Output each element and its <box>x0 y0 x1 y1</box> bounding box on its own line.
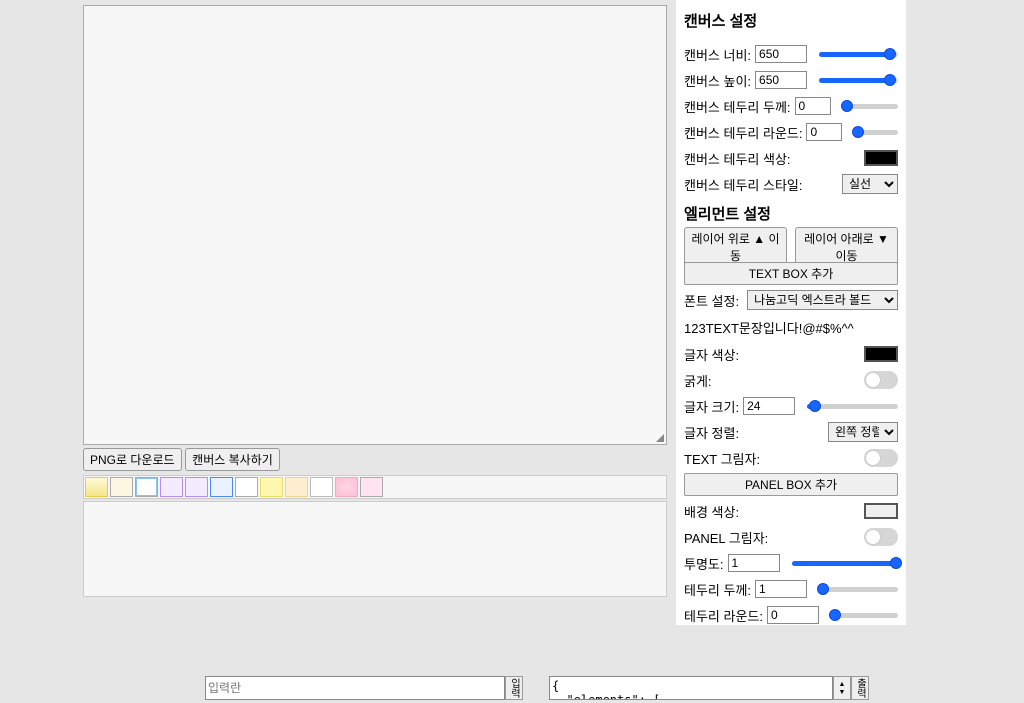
border-thickness-input[interactable] <box>755 580 807 598</box>
output-spinner[interactable]: ▲▼ <box>833 676 851 700</box>
bg-color-swatch[interactable] <box>864 503 898 519</box>
template-thumb[interactable] <box>160 477 183 497</box>
border-thickness-label: 테두리 두께: <box>684 580 751 599</box>
bg-color-label: 배경 색상: <box>684 502 739 521</box>
secondary-panel <box>83 501 667 597</box>
text-align-select[interactable]: 왼쪽 정렬 <box>828 422 898 442</box>
canvas-border-thickness-input[interactable] <box>795 97 831 115</box>
template-thumb[interactable] <box>110 477 133 497</box>
bold-label: 굵게: <box>684 371 712 390</box>
font-select[interactable]: 나눔고딕 엑스트라 볼드 <box>747 290 898 310</box>
canvas-border-round-input[interactable] <box>806 123 842 141</box>
add-textbox-button[interactable]: TEXT BOX 추가 <box>684 262 898 285</box>
border-round-label: 테두리 라운드: <box>684 606 763 625</box>
template-thumb[interactable] <box>210 477 233 497</box>
font-sample-text: 123TEXT문장입니다!@#$%^^ <box>684 318 898 337</box>
template-thumb[interactable] <box>310 477 333 497</box>
template-thumb[interactable] <box>360 477 383 497</box>
font-size-slider[interactable] <box>807 404 898 409</box>
canvas-border-round-slider[interactable] <box>854 130 898 135</box>
opacity-input[interactable] <box>728 554 780 572</box>
text-shadow-label: TEXT 그림자: <box>684 449 760 468</box>
template-thumbnail-strip <box>83 475 667 499</box>
input-textarea[interactable] <box>205 676 505 700</box>
canvas-height-slider[interactable] <box>819 78 898 83</box>
bold-toggle[interactable] <box>864 371 898 389</box>
canvas-border-style-select[interactable]: 실선 <box>842 174 898 194</box>
template-thumb[interactable] <box>285 477 308 497</box>
border-round-slider[interactable] <box>831 613 898 618</box>
font-size-label: 글자 크기: <box>684 397 739 416</box>
canvas-border-style-label: 캔버스 테두리 스타일: <box>684 175 802 194</box>
output-textarea[interactable]: { "elements": [ <box>549 676 833 700</box>
layer-down-button[interactable]: 레이어 아래로 ▼ 이동 <box>795 227 898 267</box>
panel-shadow-toggle[interactable] <box>864 528 898 546</box>
canvas-width-slider[interactable] <box>819 52 898 57</box>
canvas-width-label: 캔버스 너비: <box>684 45 751 64</box>
canvas-settings-heading: 캔버스 설정 <box>684 10 898 31</box>
template-thumb[interactable] <box>335 477 358 497</box>
canvas-border-thickness-label: 캔버스 테두리 두께: <box>684 97 791 116</box>
input-submit-button[interactable]: 입력 <box>505 676 523 700</box>
template-thumb[interactable] <box>185 477 208 497</box>
add-panelbox-button[interactable]: PANEL BOX 추가 <box>684 473 898 496</box>
download-png-button[interactable]: PNG로 다운로드 <box>83 448 182 471</box>
opacity-label: 투명도: <box>684 554 724 573</box>
element-settings-heading: 엘리먼트 설정 <box>684 203 898 224</box>
layer-up-button[interactable]: 레이어 위로 ▲ 이동 <box>684 227 787 267</box>
template-thumb[interactable] <box>135 477 158 497</box>
resize-handle-icon[interactable] <box>656 434 664 442</box>
canvas-border-round-label: 캔버스 테두리 라운드: <box>684 123 802 142</box>
canvas-height-input[interactable] <box>755 71 807 89</box>
border-round-input[interactable] <box>767 606 819 624</box>
settings-panel: 캔버스 설정 캔버스 너비: 캔버스 높이: 캔버스 테두리 두께: 캔버스 테… <box>676 0 906 625</box>
text-color-swatch[interactable] <box>864 346 898 362</box>
border-thickness-slider[interactable] <box>819 587 898 592</box>
canvas-width-input[interactable] <box>755 45 807 63</box>
font-size-input[interactable] <box>743 397 795 415</box>
canvas-border-color-label: 캔버스 테두리 색상: <box>684 149 791 168</box>
canvas-border-color-swatch[interactable] <box>864 150 898 166</box>
text-align-label: 글자 정렬: <box>684 423 739 442</box>
text-color-label: 글자 색상: <box>684 345 739 364</box>
canvas-border-thickness-slider[interactable] <box>843 104 898 109</box>
template-thumb[interactable] <box>85 477 108 497</box>
canvas-height-label: 캔버스 높이: <box>684 71 751 90</box>
canvas-area[interactable] <box>83 5 667 445</box>
copy-canvas-button[interactable]: 캔버스 복사하기 <box>185 448 280 471</box>
template-thumb[interactable] <box>260 477 283 497</box>
output-submit-button[interactable]: 출력 <box>851 676 869 700</box>
template-thumb[interactable] <box>235 477 258 497</box>
text-shadow-toggle[interactable] <box>864 449 898 467</box>
font-label: 폰트 설정: <box>684 291 739 310</box>
opacity-slider[interactable] <box>792 561 899 566</box>
panel-shadow-label: PANEL 그림자: <box>684 528 768 547</box>
